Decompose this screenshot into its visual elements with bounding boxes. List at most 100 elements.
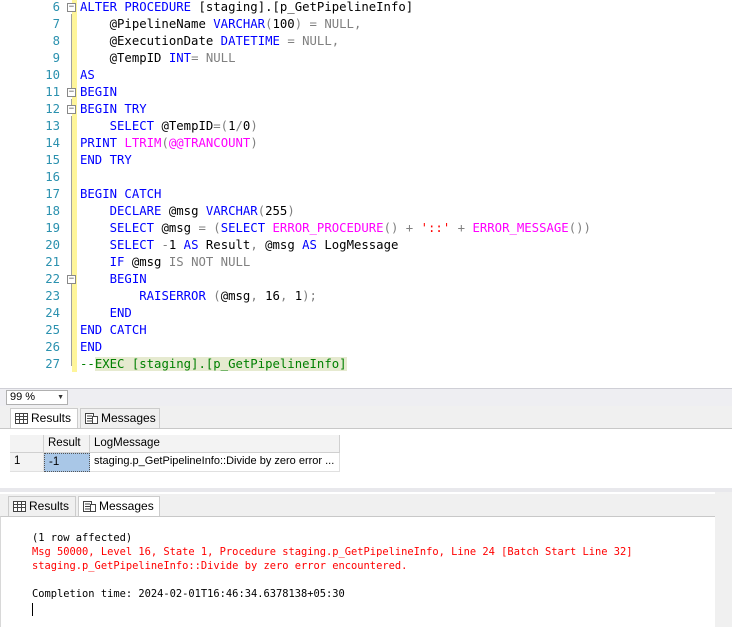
code-token: LogMessage	[316, 238, 399, 252]
fold-toggle-icon[interactable]: −	[67, 88, 76, 97]
code-token: @msg	[257, 238, 303, 252]
code-token: @TempID	[154, 119, 214, 133]
panel-splitter[interactable]	[0, 488, 732, 492]
zoom-dropdown[interactable]: 99 % ▼	[6, 390, 68, 405]
code-token: ,	[250, 289, 258, 303]
line-number: 16	[45, 170, 60, 184]
tab-messages-bottom-label: Messages	[99, 499, 154, 513]
fold-toggle-icon[interactable]: −	[67, 3, 76, 12]
code-text: SELECT @msg = (SELECT ERROR_PROCEDURE() …	[80, 220, 591, 237]
line-number: 26	[45, 340, 60, 354]
line-number: 20	[45, 238, 60, 252]
code-token: )	[250, 119, 258, 133]
line-number: 8	[52, 34, 60, 48]
grid-cell-result[interactable]: -1	[44, 453, 90, 472]
code-line[interactable]: 14 PRINT LTRIM(@@TRANCOUNT)	[0, 135, 732, 152]
code-line[interactable]: 26 END	[0, 339, 732, 356]
line-number: 6	[52, 0, 60, 14]
code-token: @msg	[220, 289, 251, 303]
code-line[interactable]: 27 --EXEC [staging].[p_GetPipelineInfo]	[0, 356, 732, 373]
code-token: BEGIN	[80, 85, 118, 99]
line-number: 19	[45, 221, 60, 235]
tab-results-label: Results	[31, 411, 72, 425]
code-line[interactable]: 8 @ExecutionDate DATETIME = NULL,	[0, 33, 732, 50]
code-token: BEGIN TRY	[80, 102, 147, 116]
code-token: '::'	[420, 221, 451, 235]
tab-results-bottom[interactable]: Results	[8, 496, 76, 516]
code-token: SELECT	[109, 119, 155, 133]
code-line[interactable]: 20 SELECT -1 AS Result, @msg AS LogMessa…	[0, 237, 732, 254]
grid-header-result[interactable]: Result	[44, 435, 90, 453]
code-token: END	[80, 340, 103, 354]
code-token: SELECT	[220, 221, 266, 235]
tab-results[interactable]: Results	[10, 408, 78, 428]
code-line[interactable]: 15 END TRY	[0, 152, 732, 169]
code-line[interactable]: 9 @TempID INT= NULL	[0, 50, 732, 67]
code-token: = (	[198, 221, 221, 235]
code-text: @ExecutionDate DATETIME = NULL,	[80, 33, 340, 50]
code-line[interactable]: 17 BEGIN CATCH	[0, 186, 732, 203]
results-tabbar-bottom: Results Messages	[0, 494, 715, 516]
code-line[interactable]: 18 DECLARE @msg VARCHAR(255)	[0, 203, 732, 220]
code-token: AS	[302, 238, 317, 252]
code-token: @PipelineName	[80, 17, 214, 31]
line-number: 12	[45, 102, 60, 116]
tab-messages-label: Messages	[101, 411, 156, 425]
code-line[interactable]: 16	[0, 169, 732, 186]
code-text: SELECT @TempID=(1/0)	[80, 118, 258, 135]
code-text: BEGIN	[80, 271, 147, 288]
code-text: PRINT LTRIM(@@TRANCOUNT)	[80, 135, 258, 152]
code-text: BEGIN TRY	[80, 101, 147, 118]
code-text: END	[80, 339, 102, 356]
code-line[interactable]: 24 END	[0, 305, 732, 322]
chevron-down-icon[interactable]: ▼	[57, 391, 64, 404]
grid-cell-logmessage[interactable]: staging.p_GetPipelineInfo::Divide by zer…	[90, 453, 340, 472]
code-token: = NULL	[191, 51, 236, 65]
code-token: )	[287, 204, 295, 218]
code-line[interactable]: 13 SELECT @TempID=(1/0)	[0, 118, 732, 135]
grid-icon	[13, 501, 26, 512]
code-token: = NULL,	[309, 17, 362, 31]
code-token: 1	[168, 238, 184, 252]
code-token: 255	[265, 204, 288, 218]
code-token: PRINT	[80, 136, 118, 150]
code-line[interactable]: 6− ALTER PROCEDURE [staging].[p_GetPipeli…	[0, 0, 732, 16]
line-number: 25	[45, 323, 60, 337]
fold-toggle-icon[interactable]: −	[67, 275, 76, 284]
grid-row-number[interactable]: 1	[10, 453, 44, 472]
grid-header-logmessage[interactable]: LogMessage	[90, 435, 340, 453]
code-token: ERROR_PROCEDURE	[272, 221, 384, 235]
code-line[interactable]: 25 END CATCH	[0, 322, 732, 339]
line-number: 15	[45, 153, 60, 167]
tab-messages[interactable]: Messages	[80, 408, 160, 428]
code-token: @msg	[154, 221, 199, 235]
code-line[interactable]: 10 AS	[0, 67, 732, 84]
tab-messages-bottom[interactable]: Messages	[78, 496, 160, 516]
code-line[interactable]: 12− BEGIN TRY	[0, 101, 732, 118]
code-text: DECLARE @msg VARCHAR(255)	[80, 203, 295, 220]
code-line[interactable]: 21 IF @msg IS NOT NULL	[0, 254, 732, 271]
code-editor[interactable]: 6− ALTER PROCEDURE [staging].[p_GetPipeli…	[0, 0, 732, 388]
text-caret	[32, 603, 33, 616]
grid-corner[interactable]	[10, 435, 44, 453]
code-line[interactable]: 23 RAISERROR (@msg, 16, 1);	[0, 288, 732, 305]
messages-pane[interactable]: (1 row affected) Msg 50000, Level 16, St…	[0, 516, 715, 627]
fold-toggle-icon[interactable]: −	[67, 105, 76, 114]
code-line[interactable]: 19 SELECT @msg = (SELECT ERROR_PROCEDURE…	[0, 220, 732, 237]
message-error-header: Msg 50000, Level 16, State 1, Procedure …	[32, 546, 633, 558]
code-line[interactable]: 7 @PipelineName VARCHAR(100) = NULL,	[0, 16, 732, 33]
line-number: 24	[45, 306, 60, 320]
code-token: ALTER PROCEDURE	[80, 0, 199, 14]
message-rows-affected: (1 row affected)	[32, 532, 133, 544]
code-token: IF	[109, 255, 125, 269]
zoom-strip: 99 % ▼	[0, 388, 732, 406]
zoom-value: 99 %	[10, 391, 36, 403]
results-grid[interactable]: Result LogMessage 1 -1 staging.p_GetPipe…	[0, 428, 732, 488]
code-line[interactable]: 11− BEGIN	[0, 84, 732, 101]
line-number: 9	[52, 51, 60, 65]
code-token: ERROR_MESSAGE	[472, 221, 569, 235]
code-line[interactable]: 22− BEGIN	[0, 271, 732, 288]
